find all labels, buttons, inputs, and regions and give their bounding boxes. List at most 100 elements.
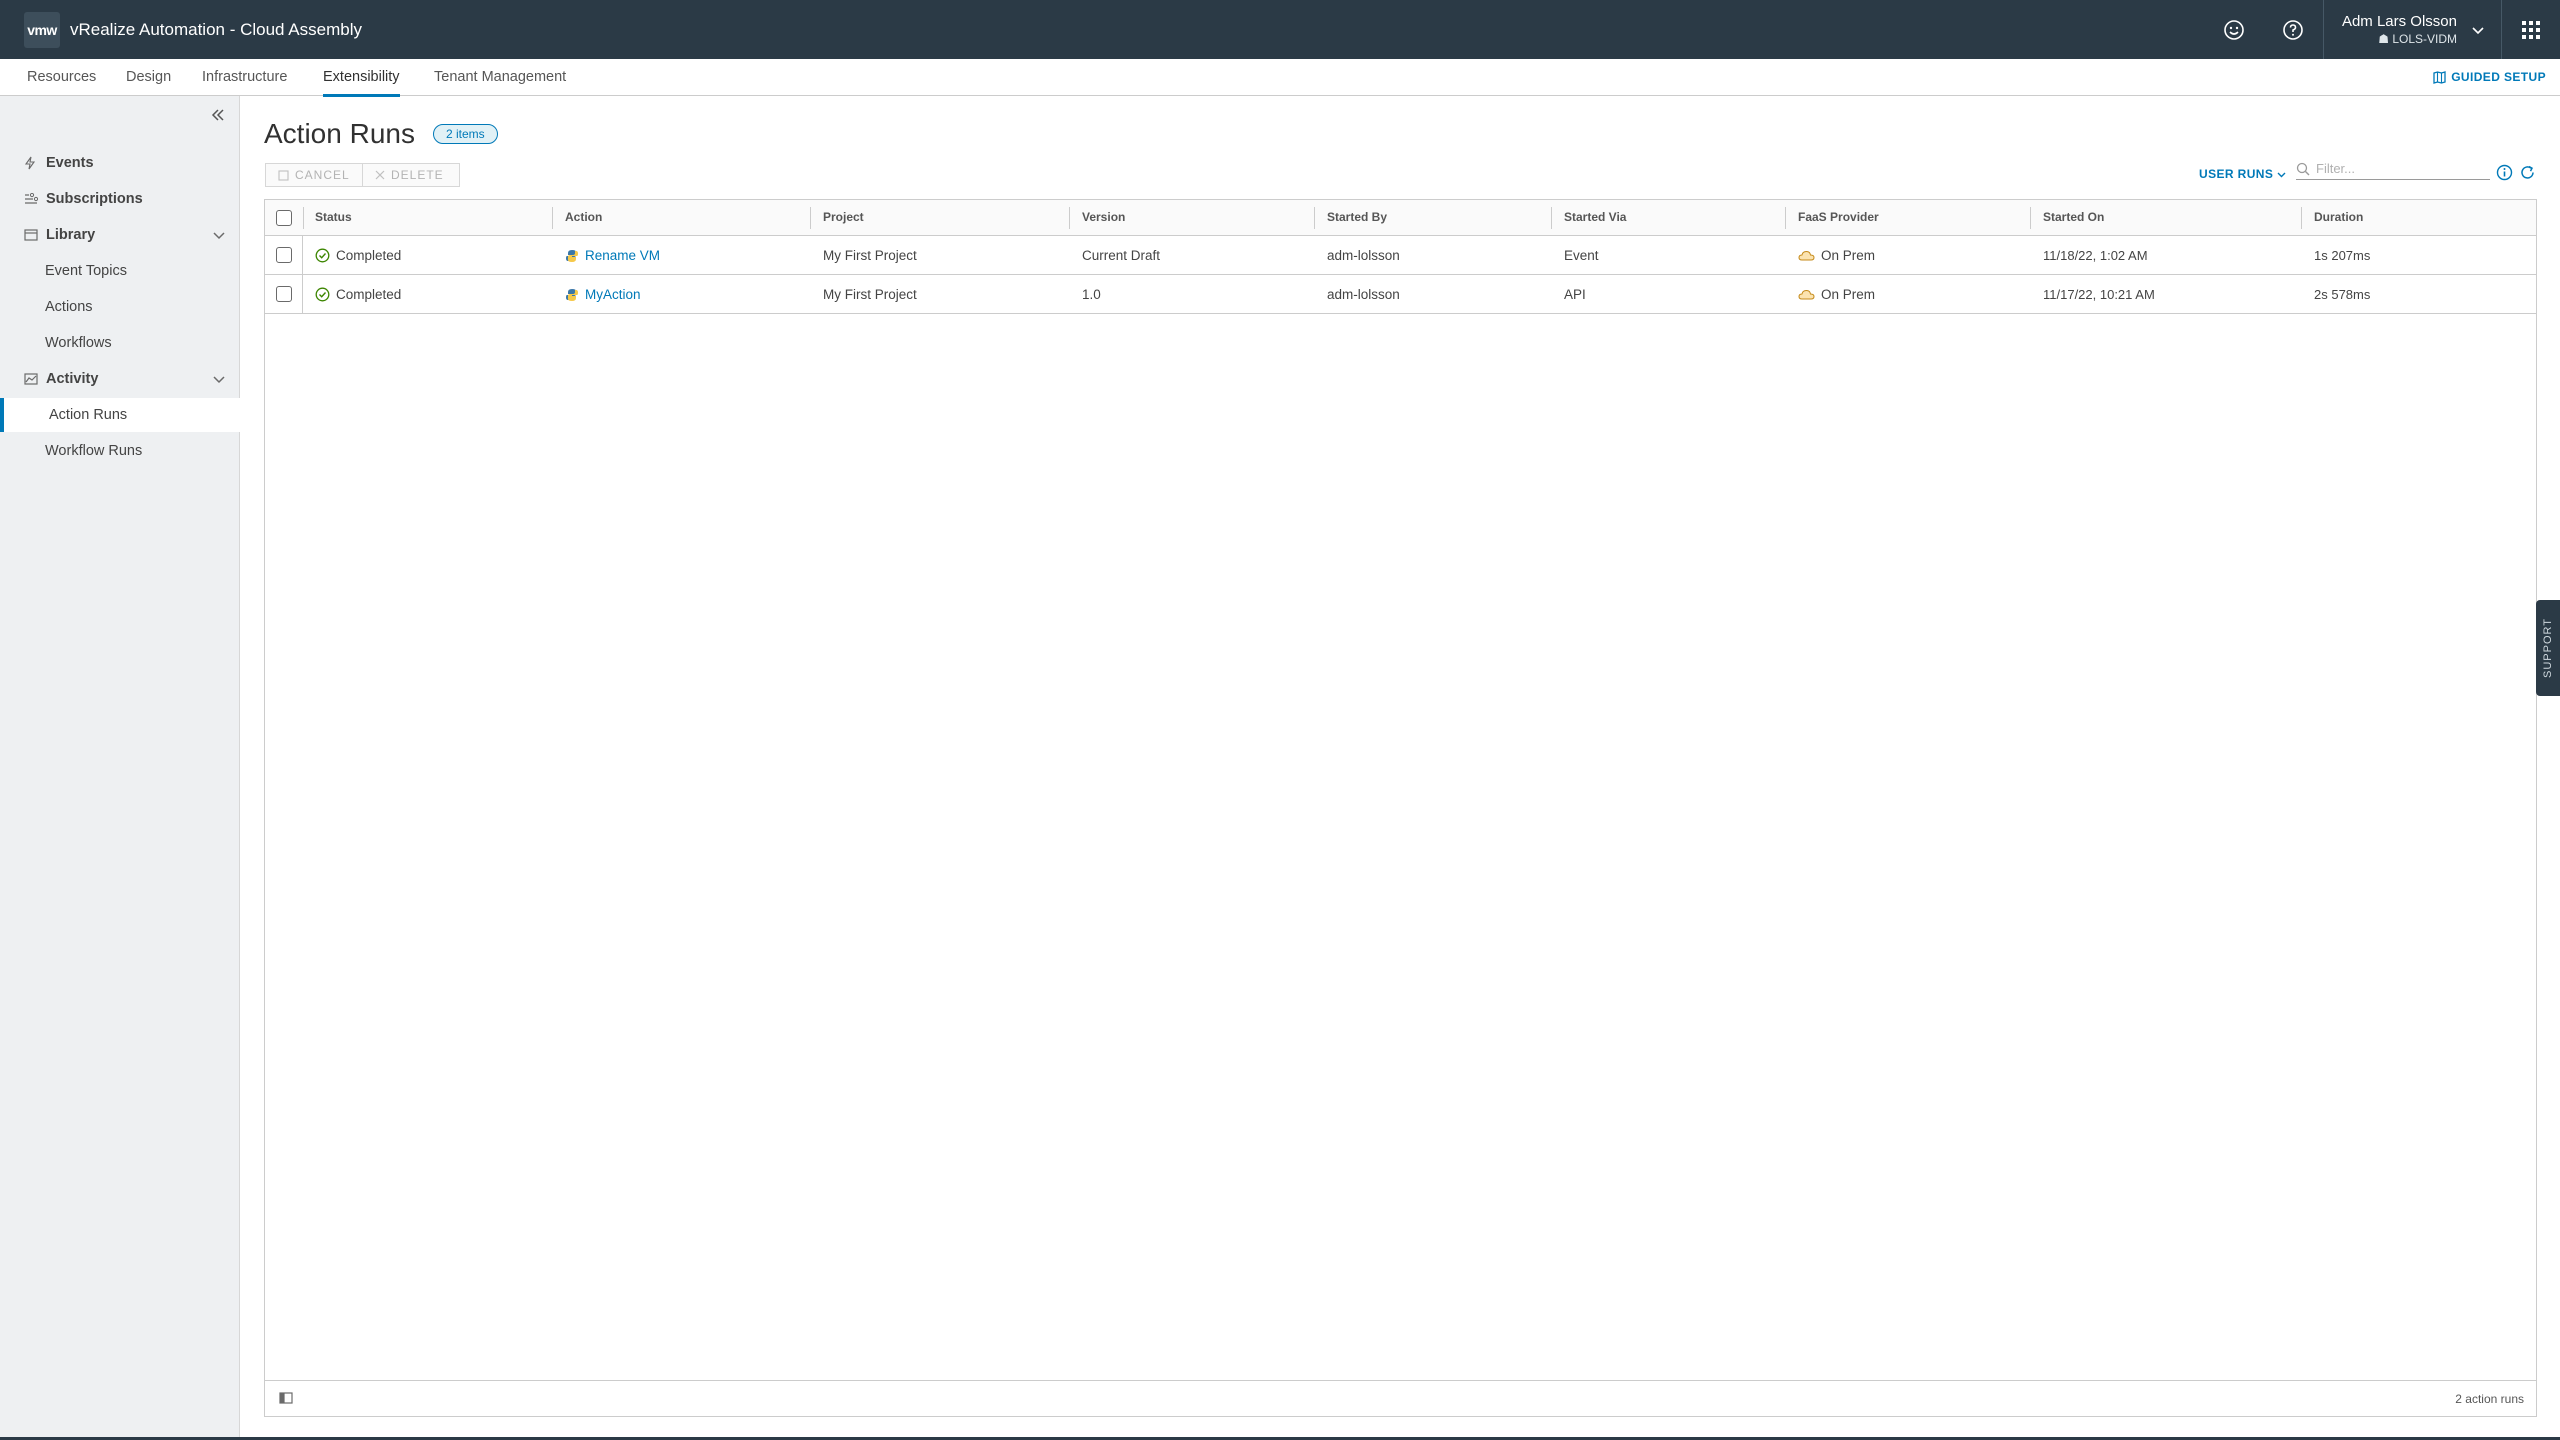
chevron-down-icon [2277,172,2286,177]
column-toggle-icon[interactable] [279,1392,293,1404]
collapse-sidebar-icon[interactable] [207,104,229,126]
action-runs-grid: Status Action Project Version Started By… [264,199,2537,1417]
version-cell: Current Draft [1082,248,1161,263]
sidebar-item-label: Workflows [45,335,112,351]
duration-cell: 1s 207ms [2314,248,2371,263]
close-icon [375,170,385,180]
sidebar-item-label: Events [46,155,94,171]
user-runs-label: USER RUNS [2199,167,2274,181]
tab-extensibility[interactable]: Extensibility [323,59,400,97]
tab-design[interactable]: Design [126,59,171,96]
page-title: Action Runs [264,118,415,149]
column-header-project[interactable]: Project [823,200,864,235]
chevron-down-icon [213,376,225,384]
sidebar-item-workflow-runs[interactable]: Workflow Runs [0,434,240,468]
column-header-version[interactable]: Version [1082,200,1125,235]
table-row[interactable]: Completed MyAction My First Project 1.0 … [265,275,2536,314]
top-navigation: Resources Design Infrastructure Extensib… [0,59,2560,97]
started-via-cell: API [1564,287,1586,302]
cancel-label: CANCEL [295,168,350,182]
cloud-icon [1798,250,1815,260]
project-cell: My First Project [823,248,917,263]
column-header-started-via[interactable]: Started Via [1564,200,1626,235]
filter-field[interactable]: Filter... [2296,158,2490,180]
sidebar-item-label: Actions [45,299,93,315]
started-by-cell: adm-lolsson [1327,287,1400,302]
python-icon [566,288,578,301]
support-label: SUPPORT [2542,618,2555,678]
row-checkbox[interactable] [276,286,292,302]
refresh-icon[interactable] [2518,163,2536,181]
sidebar-item-label: Activity [46,371,99,387]
info-icon[interactable] [2495,163,2513,181]
column-header-started-on[interactable]: Started On [2043,200,2104,235]
app-switcher-grid-icon[interactable] [2501,0,2560,59]
subscriptions-icon [24,193,40,205]
column-header-started-by[interactable]: Started By [1327,200,1387,235]
guided-setup-label: GUIDED SETUP [2451,70,2546,84]
status-text: Completed [336,287,402,302]
vmw-logo: vmw [24,11,60,48]
help-icon[interactable] [2264,0,2323,59]
sidebar-item-event-topics[interactable]: Event Topics [0,254,240,288]
user-name: Adm Lars Olsson [2341,13,2457,30]
delete-button[interactable]: DELETE [363,163,460,187]
sidebar-item-action-runs[interactable]: Action Runs [0,398,240,432]
grid-footer: 2 action runs [265,1380,2536,1416]
sidebar-item-label: Subscriptions [46,191,143,207]
started-by-cell: adm-lolsson [1327,248,1400,263]
filter-placeholder: Filter... [2316,161,2356,176]
app-title: vRealize Automation - Cloud Assembly [70,19,362,39]
sidebar-item-activity[interactable]: Activity [0,362,240,396]
version-cell: 1.0 [1082,287,1101,302]
sidebar-item-actions[interactable]: Actions [0,290,240,324]
sidebar-item-workflows[interactable]: Workflows [0,326,240,360]
feedback-smiley-icon[interactable] [2205,0,2264,59]
tab-infrastructure[interactable]: Infrastructure [202,59,287,96]
status-text: Completed [336,248,402,263]
delete-label: DELETE [391,168,444,182]
duration-cell: 2s 578ms [2314,287,2371,302]
sidebar: Events Subscriptions Library Event Topic… [0,96,240,1437]
select-all-checkbox[interactable] [276,210,292,226]
item-count-badge: 2 items [433,124,498,144]
faas-provider-text: On Prem [1821,287,1876,302]
row-checkbox[interactable] [276,247,292,263]
sidebar-item-events[interactable]: Events [0,146,240,180]
started-on-cell: 11/18/22, 1:02 AM [2043,248,2148,263]
sidebar-item-label: Action Runs [49,407,128,423]
faas-provider-text: On Prem [1821,248,1876,263]
action-link[interactable]: Rename VM [585,236,660,275]
tab-resources[interactable]: Resources [27,59,96,96]
chevron-down-icon [213,232,225,240]
cancel-button[interactable]: CANCEL [265,163,363,187]
check-circle-icon [315,287,330,302]
guided-setup-button[interactable]: GUIDED SETUP [2433,59,2546,96]
sidebar-item-subscriptions[interactable]: Subscriptions [0,182,240,216]
check-circle-icon [315,248,330,263]
tenant-name: LOLS-VIDM [2392,32,2457,46]
cancel-square-icon [278,169,289,181]
column-header-action[interactable]: Action [565,200,602,235]
user-menu[interactable]: Adm Lars Olsson ☗ LOLS-VIDM [2322,0,2501,59]
column-header-faas-provider[interactable]: FaaS Provider [1798,200,1879,235]
map-icon [2433,71,2446,84]
column-header-status[interactable]: Status [315,200,352,235]
column-header-duration[interactable]: Duration [2314,200,2363,235]
started-via-cell: Event [1564,248,1599,263]
table-row[interactable]: Completed Rename VM My First Project Cur… [265,236,2536,275]
grid-header: Status Action Project Version Started By… [265,200,2536,236]
sidebar-item-library[interactable]: Library [0,218,240,252]
app-header: vmw vRealize Automation - Cloud Assembly… [0,0,2560,59]
library-icon [24,229,40,241]
search-icon [2296,162,2310,175]
chevron-down-icon [2472,26,2484,34]
footer-count: 2 action runs [2455,1392,2524,1406]
lightning-icon [24,156,40,170]
user-runs-dropdown[interactable]: USER RUNS [2199,167,2286,181]
tab-tenant-management[interactable]: Tenant Management [434,59,566,96]
action-link[interactable]: MyAction [585,275,641,314]
sidebar-item-label: Event Topics [45,263,127,279]
support-tab[interactable]: SUPPORT [2536,600,2560,696]
sidebar-item-label: Library [46,227,96,243]
